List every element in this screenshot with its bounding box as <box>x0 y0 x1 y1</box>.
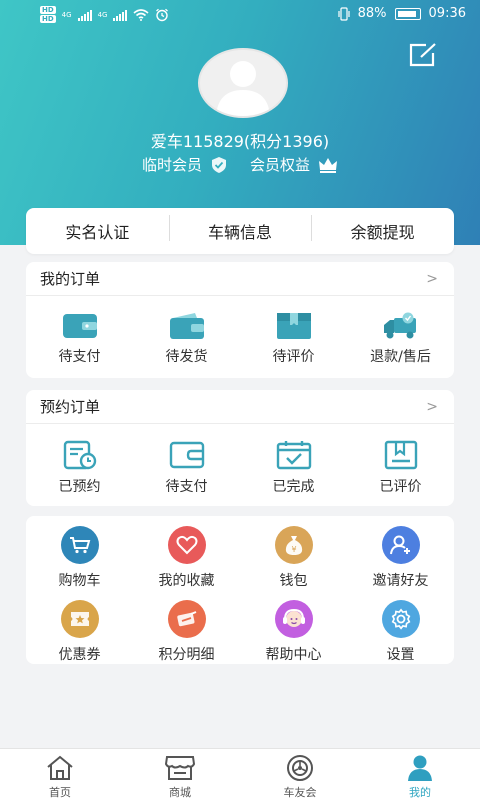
wallet-button[interactable]: ¥ 钱包 <box>240 526 347 590</box>
hd-badge-2: HD <box>40 15 56 23</box>
alarm-clock-icon <box>156 8 169 21</box>
coupons-button[interactable]: 优惠券 <box>26 600 133 664</box>
help-center-label: 帮助中心 <box>265 647 322 663</box>
balance-withdraw-button[interactable]: 余额提现 <box>311 215 454 243</box>
booking-reserved-label: 已预约 <box>58 479 101 495</box>
calendar-check-icon <box>276 441 311 470</box>
store-icon <box>164 756 196 780</box>
signal-bars-2-icon <box>113 9 128 21</box>
tab-store-label: 商城 <box>169 786 191 799</box>
member-benefits-link[interactable]: 会员权益 <box>250 154 310 175</box>
home-icon <box>47 755 73 780</box>
booking-reserved[interactable]: 已预约 <box>26 440 133 496</box>
order-pending-payment[interactable]: 待支付 <box>26 312 133 366</box>
vibrate-icon <box>338 6 350 21</box>
wallet-icon <box>62 314 97 338</box>
my-orders-card: 我的订单 > 待支付 待发货 待评价 退款/售后 <box>26 262 454 378</box>
points-details-label: 积分明细 <box>158 647 215 663</box>
tab-home[interactable]: 首页 <box>0 749 120 800</box>
order-pending-review-label: 待评价 <box>272 349 315 365</box>
bottom-tabbar: 首页 商城 车友会 我的 <box>0 748 480 800</box>
vehicle-info-button[interactable]: 车辆信息 <box>168 215 312 243</box>
order-refund-aftersale-label: 退款/售后 <box>370 349 431 365</box>
my-orders-header[interactable]: 我的订单 > <box>26 262 454 296</box>
shopping-cart-button[interactable]: 购物车 <box>26 526 133 590</box>
chevron-right-icon: > <box>426 398 438 415</box>
tab-mine-label: 我的 <box>409 786 431 799</box>
wheel-icon <box>287 755 313 781</box>
order-pending-shipment[interactable]: 待发货 <box>133 312 240 366</box>
battery-percent: 88% <box>357 6 387 21</box>
signal-bars-icon <box>77 9 92 21</box>
chevron-right-icon: > <box>426 270 438 287</box>
member-row: 临时会员 会员权益 <box>0 154 480 175</box>
booking-reviewed[interactable]: 已评价 <box>347 440 454 496</box>
user-profile-icon <box>408 755 432 781</box>
booking-reviewed-label: 已评价 <box>379 479 422 495</box>
wifi-icon <box>133 8 149 21</box>
booking-pending-payment-label: 待支付 <box>165 479 208 495</box>
signal-1-label: 4G <box>61 10 72 19</box>
hd-badge: HD HD <box>40 6 56 23</box>
real-name-auth-button[interactable]: 实名认证 <box>26 219 169 243</box>
heart-icon <box>167 526 206 564</box>
bookmark-document-icon <box>384 440 417 470</box>
member-level[interactable]: 临时会员 <box>142 154 202 175</box>
wallet-label: 钱包 <box>279 573 308 589</box>
crown-icon <box>319 157 338 173</box>
status-time: 09:36 <box>428 6 466 21</box>
avatar[interactable] <box>198 48 288 118</box>
status-bar: HD HD 4G 4G 88% 09:36 <box>0 0 480 30</box>
signal-2-label: 4G <box>97 10 108 19</box>
tab-mine[interactable]: 我的 <box>360 749 480 800</box>
order-pending-shipment-label: 待发货 <box>165 349 208 365</box>
order-pending-review[interactable]: 待评价 <box>240 312 347 366</box>
settings-label: 设置 <box>386 647 415 663</box>
my-favorites-button[interactable]: 我的收藏 <box>133 526 240 590</box>
booking-completed[interactable]: 已完成 <box>240 440 347 496</box>
coupons-label: 优惠券 <box>58 647 101 663</box>
points-icon <box>167 600 206 638</box>
username: 爱车115829(积分1396) <box>150 132 330 151</box>
booking-pending-payment[interactable]: 待支付 <box>133 440 240 496</box>
add-user-icon <box>381 526 420 564</box>
wallet-outline-icon <box>169 441 204 469</box>
edit-profile-button[interactable] <box>408 42 438 68</box>
booking-orders-header[interactable]: 预约订单 > <box>26 390 454 424</box>
my-favorites-label: 我的收藏 <box>158 573 215 589</box>
tab-store[interactable]: 商城 <box>120 749 240 800</box>
hd-badge-1: HD <box>40 6 56 14</box>
coupon-icon <box>60 600 99 638</box>
tab-car-club[interactable]: 车友会 <box>240 749 360 800</box>
help-avatar-icon <box>274 600 313 638</box>
shield-check-icon <box>212 156 226 173</box>
services-grid-card: 购物车 我的收藏 ¥ 钱包 邀请好友 优惠券 积分明细 帮助中心 设置 <box>26 516 454 664</box>
booking-orders-title: 预约订单 <box>40 398 101 416</box>
settings-button[interactable]: 设置 <box>347 600 454 664</box>
purse-icon <box>169 313 204 339</box>
default-user-avatar-icon <box>216 61 270 116</box>
points-details-button[interactable]: 积分明细 <box>133 600 240 664</box>
money-bag-icon: ¥ <box>274 526 313 564</box>
invite-friends-label: 邀请好友 <box>372 573 429 589</box>
quick-actions-card: 实名认证 车辆信息 余额提现 <box>26 208 454 254</box>
tab-home-label: 首页 <box>49 786 71 799</box>
svg-text:¥: ¥ <box>291 545 296 554</box>
shopping-cart-icon <box>60 526 99 564</box>
settings-gear-icon <box>381 600 420 638</box>
order-refund-aftersale[interactable]: 退款/售后 <box>347 312 454 366</box>
shopping-cart-label: 购物车 <box>58 573 101 589</box>
booking-orders-card: 预约订单 > 已预约 待支付 已完成 已评价 <box>26 390 454 506</box>
order-pending-payment-label: 待支付 <box>58 349 101 365</box>
booking-completed-label: 已完成 <box>272 479 315 495</box>
tab-car-club-label: 车友会 <box>283 786 317 799</box>
delivery-truck-icon <box>383 312 416 339</box>
edit-icon <box>409 43 436 67</box>
my-orders-title: 我的订单 <box>40 270 101 288</box>
battery-icon <box>394 7 421 20</box>
invite-friends-button[interactable]: 邀请好友 <box>347 526 454 590</box>
clock-document-icon <box>63 440 96 470</box>
package-icon <box>276 313 311 339</box>
help-center-button[interactable]: 帮助中心 <box>240 600 347 664</box>
